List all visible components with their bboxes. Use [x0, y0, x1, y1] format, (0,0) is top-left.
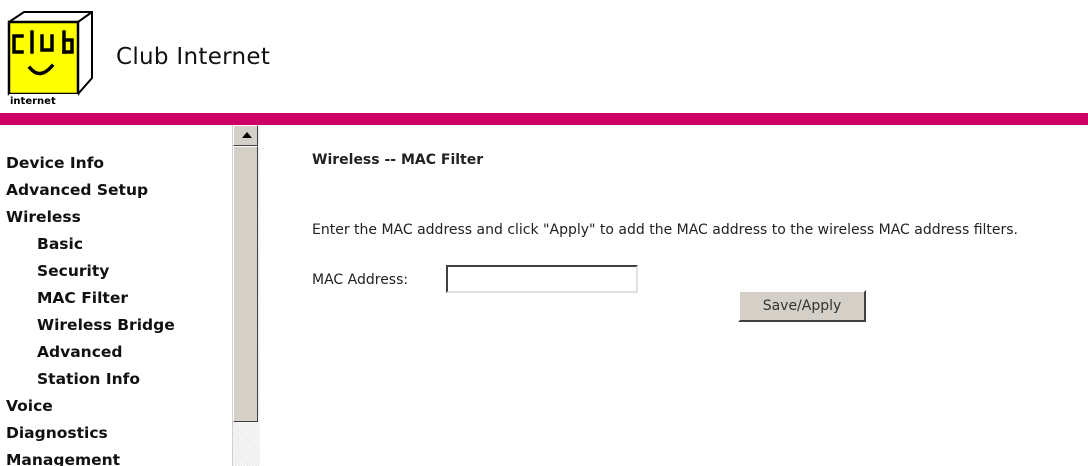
sidebar-item-security[interactable]: Security [6, 258, 175, 285]
page-title: Wireless -- MAC Filter [312, 152, 484, 168]
scrollbar-thumb[interactable] [233, 146, 258, 422]
sidebar: Device Info Advanced Setup Wireless Basi… [0, 125, 260, 466]
scroll-up-arrow-icon[interactable] [233, 125, 258, 146]
page-description: Enter the MAC address and click "Apply" … [312, 222, 1019, 238]
sidebar-item-station-info[interactable]: Station Info [6, 366, 175, 393]
sidebar-item-wireless[interactable]: Wireless [6, 204, 175, 231]
sidebar-nav: Device Info Advanced Setup Wireless Basi… [6, 150, 175, 466]
sidebar-item-basic[interactable]: Basic [6, 231, 175, 258]
mac-address-label: MAC Address: [312, 272, 409, 288]
save-apply-button[interactable]: Save/Apply [738, 290, 866, 322]
header-bar [0, 113, 1088, 125]
sidebar-scrollbar[interactable] [232, 125, 260, 466]
mac-address-input[interactable] [446, 265, 638, 293]
sidebar-item-wireless-bridge[interactable]: Wireless Bridge [6, 312, 175, 339]
sidebar-item-management[interactable]: Management [6, 447, 175, 466]
sidebar-item-voice[interactable]: Voice [6, 393, 175, 420]
logo-icon: internet [7, 11, 93, 107]
sidebar-item-device-info[interactable]: Device Info [6, 150, 175, 177]
sidebar-item-mac-filter[interactable]: MAC Filter [6, 285, 175, 312]
club-internet-logo: internet [6, 10, 96, 108]
svg-text:internet: internet [10, 96, 56, 107]
brand-name: Club Internet [116, 44, 271, 70]
sidebar-item-advanced-setup[interactable]: Advanced Setup [6, 177, 175, 204]
sidebar-item-diagnostics[interactable]: Diagnostics [6, 420, 175, 447]
sidebar-item-advanced[interactable]: Advanced [6, 339, 175, 366]
